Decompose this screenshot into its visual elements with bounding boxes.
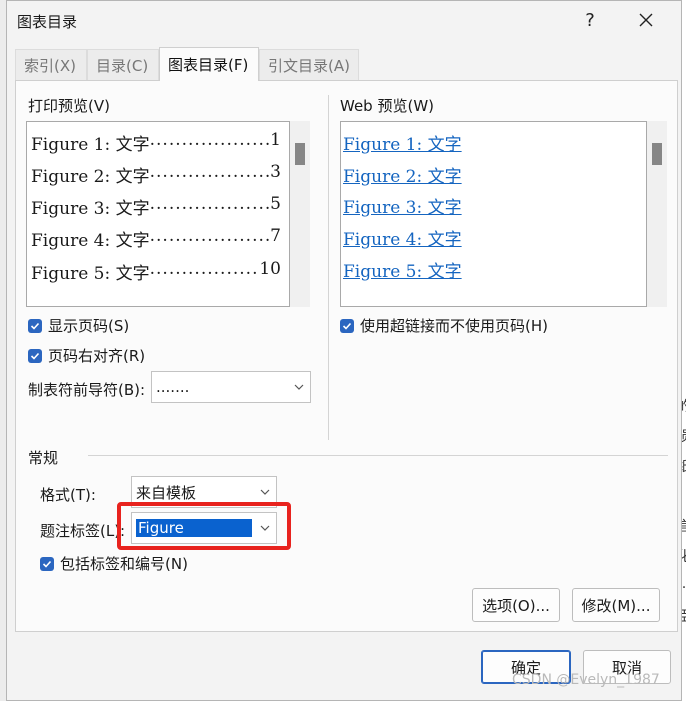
tab-label: 引文目录(A)	[268, 57, 350, 75]
web-preview-label: Web 预览(W)	[340, 97, 435, 115]
column-divider	[328, 95, 329, 440]
tab-toc[interactable]: 目录(C)	[87, 49, 159, 81]
dialog-title: 图表目录	[17, 13, 78, 31]
checkbox-label: 页码右对齐(R)	[48, 347, 146, 365]
checkbox-checked-icon	[40, 556, 54, 571]
print-preview-label: 打印预览(V)	[28, 97, 110, 115]
checkbox-checked-icon	[28, 318, 42, 333]
table-of-figures-dialog: 图表目录 ? 索引(X) 目录(C) 图表目录(F) 引文目录(A) 打印预览(…	[6, 0, 682, 701]
print-preview-scrollbar[interactable]	[290, 121, 310, 307]
tab-panel: 打印预览(V) Figure 1: 文字 ...................…	[15, 80, 678, 632]
web-preview-box: Figure 1: 文字 Figure 2: 文字 Figure 3: 文字 F…	[340, 121, 647, 307]
checkbox-checked-icon	[28, 348, 42, 363]
caption-label: 题注标签(L):	[40, 522, 126, 540]
select-value: .......	[156, 378, 190, 396]
web-preview-link[interactable]: Figure 4: 文字	[343, 225, 462, 250]
checkbox-label: 使用超链接而不使用页码(H)	[360, 317, 548, 335]
chevron-down-icon	[288, 372, 310, 402]
close-icon	[639, 13, 653, 27]
tab-label: 图表目录(F)	[168, 56, 249, 74]
tab-leader-select[interactable]: .......	[151, 371, 311, 403]
modify-button[interactable]: 修改(M)...	[572, 588, 660, 622]
close-button[interactable]	[623, 5, 669, 35]
use-hyperlinks-checkbox[interactable]: 使用超链接而不使用页码(H)	[340, 315, 548, 336]
checkbox-label: 显示页码(S)	[48, 317, 130, 335]
tab-index[interactable]: 索引(X)	[15, 49, 87, 81]
print-preview-box: Figure 1: 文字 ...........................…	[26, 121, 290, 307]
help-icon: ?	[585, 9, 595, 31]
help-button[interactable]: ?	[567, 5, 613, 35]
web-preview-link[interactable]: Figure 2: 文字	[343, 162, 462, 187]
checkbox-label: 包括标签和编号(N)	[60, 555, 188, 573]
general-group-label: 常规	[28, 449, 59, 467]
toc-entry: Figure 3: 文字 ...........................…	[31, 194, 281, 219]
checkbox-checked-icon	[340, 318, 354, 333]
tab-label: 目录(C)	[96, 57, 149, 75]
toc-entry: Figure 5: 文字 ...........................…	[31, 259, 281, 284]
web-preview-link[interactable]: Figure 5: 文字	[343, 257, 462, 282]
scroll-thumb[interactable]	[295, 143, 305, 165]
general-divider	[88, 455, 668, 456]
toc-entry: Figure 4: 文字 ...........................…	[31, 226, 281, 251]
format-label: 格式(T):	[40, 486, 96, 504]
web-preview-link[interactable]: Figure 3: 文字	[343, 193, 462, 218]
right-align-checkbox[interactable]: 页码右对齐(R)	[28, 345, 145, 366]
watermark: CSDN @Evelyn_1987	[512, 672, 660, 688]
web-preview-scrollbar[interactable]	[647, 121, 667, 307]
scroll-thumb[interactable]	[652, 143, 662, 165]
options-button[interactable]: 选项(O)...	[472, 588, 560, 622]
web-preview-link[interactable]: Figure 1: 文字	[343, 130, 462, 155]
select-value: 来自模板	[136, 483, 197, 502]
tab-table-of-authorities[interactable]: 引文目录(A)	[259, 49, 359, 81]
toc-entry: Figure 2: 文字 ...........................…	[31, 162, 281, 187]
title-bar[interactable]: 图表目录 ?	[7, 1, 681, 39]
tab-table-of-figures[interactable]: 图表目录(F)	[159, 47, 259, 81]
show-page-numbers-checkbox[interactable]: 显示页码(S)	[28, 315, 129, 336]
tab-label: 索引(X)	[24, 57, 76, 75]
include-label-checkbox[interactable]: 包括标签和编号(N)	[40, 553, 188, 574]
tab-leader-label: 制表符前导符(B):	[28, 381, 146, 399]
highlight-annotation	[117, 502, 291, 550]
toc-entry: Figure 1: 文字 ...........................…	[31, 130, 281, 155]
